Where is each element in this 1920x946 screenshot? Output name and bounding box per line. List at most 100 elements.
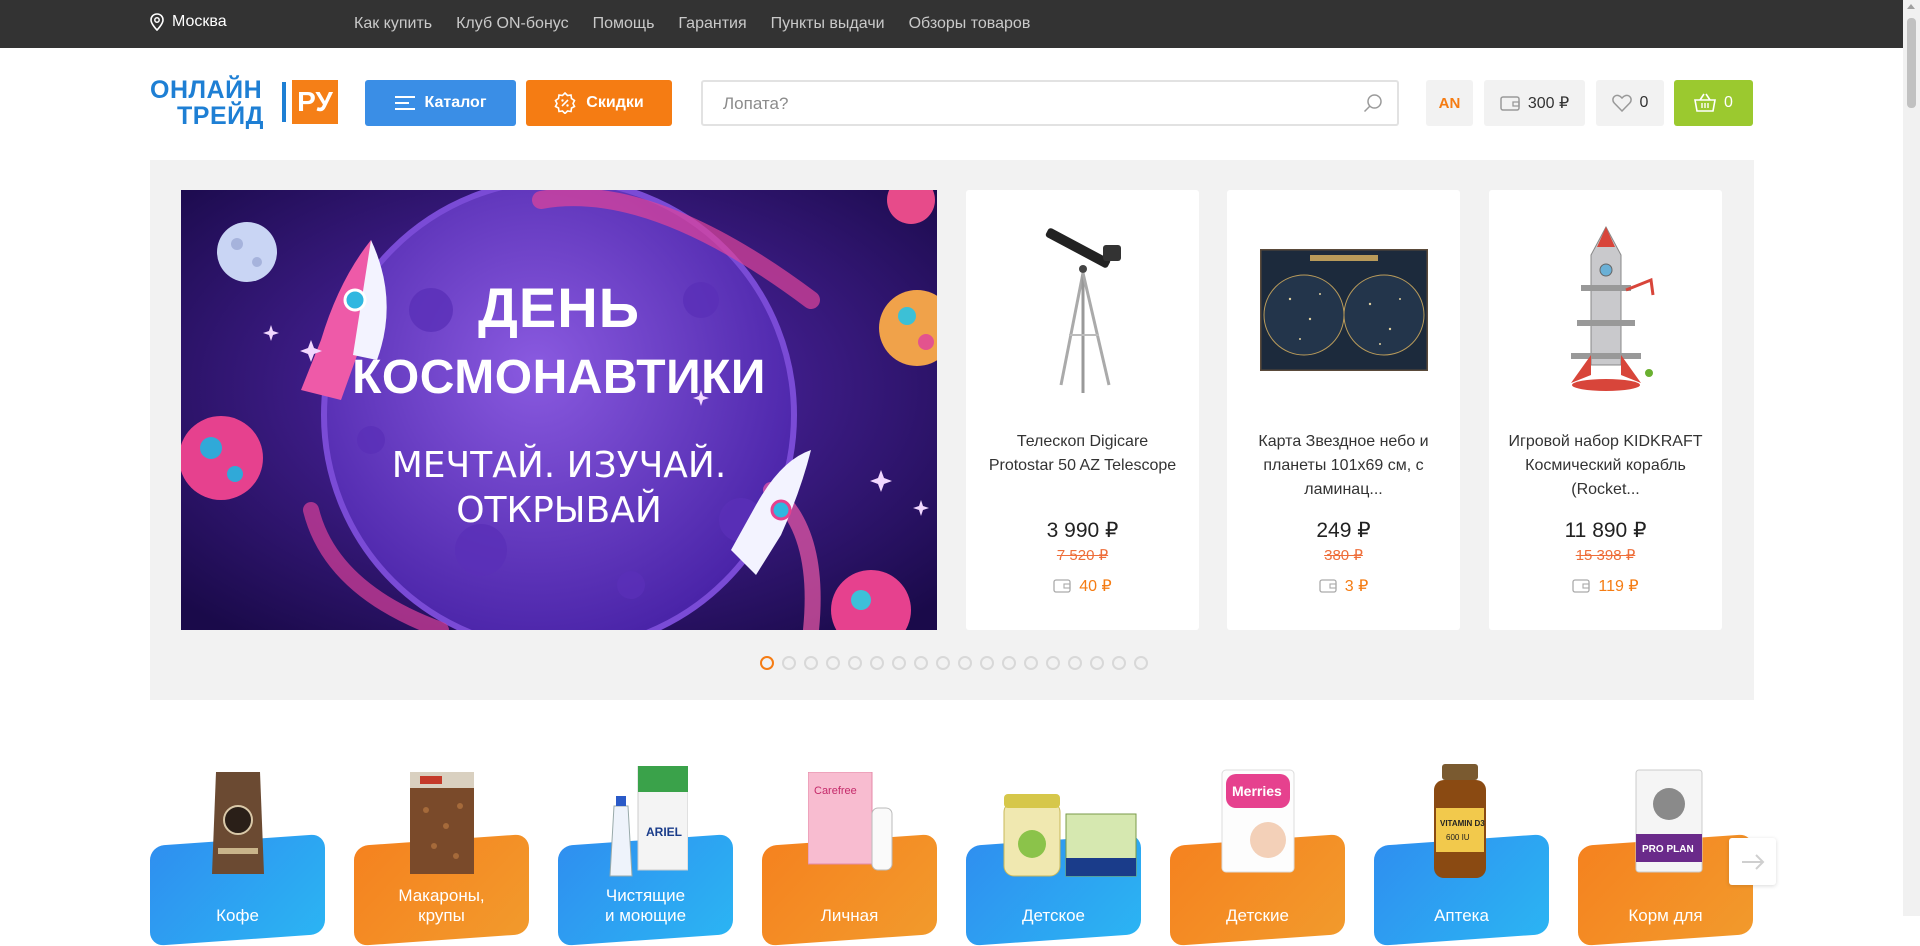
site-logo[interactable]: ОНЛАЙН ТРЕЙД РУ <box>150 76 338 130</box>
category-tile-cleaning[interactable]: ARIEL Чистящие и моющие <box>558 760 733 946</box>
carousel-dot[interactable] <box>1068 656 1082 670</box>
favorites-count: 0 <box>1639 94 1649 111</box>
product-bonus: 3 ₽ <box>1227 576 1460 596</box>
category-tile-personal-care[interactable]: Carefree Личная <box>762 760 937 946</box>
header: ОНЛАЙН ТРЕЙД РУ Каталог Скидки AN 300 ₽ … <box>0 48 1920 156</box>
product-name[interactable]: Игровой набор KIDKRAFT Космический кораб… <box>1507 430 1704 502</box>
sale-button[interactable]: Скидки <box>526 80 672 126</box>
carousel-dot[interactable] <box>892 656 906 670</box>
promo-banner[interactable]: ДЕНЬ КОСМОНАВТИКИ МЕЧТАЙ. ИЗУЧАЙ. ОТКРЫВ… <box>181 190 937 630</box>
category-label: Макароны, <box>398 886 485 905</box>
buckwheat-pack-image <box>410 772 474 874</box>
product-old-price: 15 398 ₽ <box>1575 547 1636 564</box>
discount-badge-icon <box>554 92 576 114</box>
category-label: Корм для <box>1628 906 1703 925</box>
banner-title-line1: ДЕНЬ <box>478 276 640 339</box>
carousel-dot[interactable] <box>760 656 774 670</box>
carousel-dot[interactable] <box>936 656 950 670</box>
city-name: Москва <box>172 13 227 30</box>
category-label: Чистящие <box>605 886 686 905</box>
arrow-right-icon <box>1741 853 1764 870</box>
wallet-icon <box>1319 579 1337 593</box>
carousel-dot[interactable] <box>1112 656 1126 670</box>
category-label: Детские <box>1226 906 1289 925</box>
user-account-button[interactable]: AN <box>1426 80 1473 126</box>
svg-text:ARIEL: ARIEL <box>646 825 682 839</box>
category-tile-pet-food[interactable]: PRO PLAN Корм для <box>1578 760 1753 946</box>
user-initials: AN <box>1438 94 1461 112</box>
product-bonus: 119 ₽ <box>1489 576 1722 596</box>
cart-button[interactable]: 0 <box>1674 80 1753 126</box>
nav-link-reviews[interactable]: Обзоры товаров <box>909 15 1031 33</box>
page-scrollbar[interactable] <box>1903 0 1920 916</box>
basket-icon <box>1694 93 1717 112</box>
product-bonus-value: 40 ₽ <box>1079 578 1112 595</box>
search-box <box>701 80 1399 126</box>
carousel-dot[interactable] <box>980 656 994 670</box>
carousel-dot[interactable] <box>782 656 796 670</box>
category-label: Детское <box>1021 906 1086 925</box>
logo-text-line2: ТРЕЙД <box>177 102 264 130</box>
carousel-dot[interactable] <box>914 656 928 670</box>
wallet-icon <box>1500 96 1520 111</box>
carousel-dot[interactable] <box>1024 656 1038 670</box>
product-bonus: 40 ₽ <box>966 576 1199 596</box>
nav-link-help[interactable]: Помощь <box>593 15 655 33</box>
wallet-icon <box>1572 579 1591 593</box>
product-price: 11 890 ₽ <box>1564 519 1647 542</box>
bonus-balance-button[interactable]: 300 ₽ <box>1484 80 1585 126</box>
category-label: и моющие <box>604 906 687 925</box>
category-label: крупы <box>418 906 465 925</box>
carousel-dot[interactable] <box>826 656 840 670</box>
product-name[interactable]: Карта Звездное небо и планеты 101х69 см,… <box>1245 430 1442 502</box>
category-label: Аптека <box>1434 906 1489 925</box>
carousel-dot[interactable] <box>1134 656 1148 670</box>
category-label: Личная <box>820 906 879 925</box>
category-tile-pharmacy[interactable]: VITAMIN D3 600 IU Аптека <box>1374 760 1549 946</box>
favorites-button[interactable]: 0 <box>1596 80 1664 126</box>
baby-food-jars-image <box>1003 794 1137 877</box>
diapers-pack-image: Merries <box>1221 769 1295 873</box>
search-icon[interactable] <box>1363 93 1383 113</box>
nav-link-bonus-club[interactable]: Клуб ON-бонус <box>456 15 569 33</box>
product-price: 249 ₽ <box>1316 519 1371 542</box>
banner-title-line2: КОСМОНАВТИКИ <box>352 351 766 404</box>
nav-link-how-to-buy[interactable]: Как купить <box>354 15 432 33</box>
search-input[interactable] <box>723 92 1323 116</box>
category-label: Кофе <box>216 906 259 925</box>
coffee-bag-image <box>212 772 264 874</box>
carousel-dot[interactable] <box>1046 656 1060 670</box>
scrollbar-thumb[interactable] <box>1907 18 1916 108</box>
category-next-button[interactable] <box>1729 838 1776 885</box>
carousel-dot[interactable] <box>804 656 818 670</box>
menu-icon <box>394 96 415 110</box>
telescope-image <box>966 220 1199 400</box>
product-card[interactable]: Игровой набор KIDKRAFT Космический кораб… <box>1489 190 1722 630</box>
category-tile-pasta-grains[interactable]: Макароны, крупы <box>354 760 529 946</box>
product-old-price: 7 520 ₽ <box>1056 547 1109 564</box>
carousel-dot[interactable] <box>1090 656 1104 670</box>
product-bonus-value: 3 ₽ <box>1344 578 1369 595</box>
cart-count: 0 <box>1724 94 1733 111</box>
category-tile-diapers[interactable]: Merries Детские <box>1170 760 1345 946</box>
scroll-up-arrow-icon[interactable] <box>1907 4 1915 9</box>
nav-link-pickup-points[interactable]: Пункты выдачи <box>771 15 885 33</box>
logo-ru-badge: РУ <box>292 80 338 124</box>
product-price: 3 990 ₽ <box>1046 519 1119 542</box>
catalog-button[interactable]: Каталог <box>365 80 516 126</box>
nav-link-warranty[interactable]: Гарантия <box>678 15 746 33</box>
carousel-dot[interactable] <box>870 656 884 670</box>
catalog-button-label: Каталог <box>424 94 487 111</box>
product-card[interactable]: Телескоп Digicare Protostar 50 AZ Telesc… <box>966 190 1199 630</box>
hygiene-products-image: Carefree <box>808 772 893 871</box>
carousel-dot[interactable] <box>848 656 862 670</box>
carousel-dot[interactable] <box>958 656 972 670</box>
logo-text-line1: ОНЛАЙН <box>150 76 263 104</box>
product-name[interactable]: Телескоп Digicare Protostar 50 AZ Telesc… <box>984 430 1181 478</box>
category-tile-coffee[interactable]: Кофе <box>150 760 325 946</box>
carousel-dot[interactable] <box>1002 656 1016 670</box>
product-card[interactable]: Карта Звездное небо и планеты 101х69 см,… <box>1227 190 1460 630</box>
city-selector[interactable]: Москва <box>150 13 227 31</box>
logo-separator <box>282 82 286 122</box>
category-tile-baby-food[interactable]: Детское <box>966 760 1141 946</box>
